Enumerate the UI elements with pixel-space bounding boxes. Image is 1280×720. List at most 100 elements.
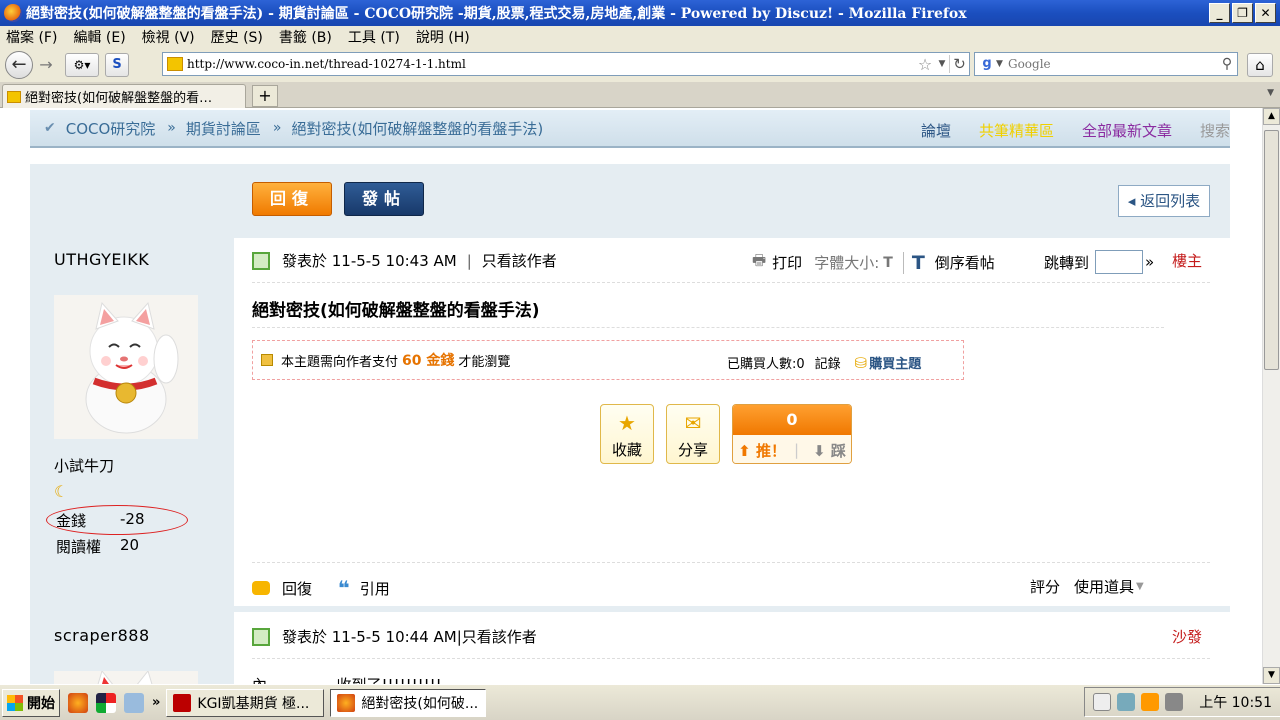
media-launch-icon[interactable] [124, 692, 144, 713]
search-bar[interactable]: g ▼ ⚲ [974, 52, 1238, 76]
menu-tools[interactable]: 工具 (T) [348, 27, 400, 47]
menu-history[interactable]: 歷史 (S) [211, 27, 263, 47]
link-search[interactable]: 搜索 [1200, 120, 1230, 141]
post2-only-author-link[interactable]: 只看該作者 [462, 626, 537, 647]
reply-button[interactable]: 回復 [252, 182, 332, 216]
task-kgi-label: KGI凱基期貨 極... [197, 695, 310, 712]
menu-view[interactable]: 檢視 (V) [142, 27, 195, 47]
jump-arrow-icon[interactable]: » [1145, 253, 1154, 271]
printer-icon[interactable]: 🖶 [752, 250, 766, 275]
vote-down-button[interactable]: ⬇ 踩 [813, 440, 846, 461]
scroll-up-icon[interactable]: ▲ [1263, 108, 1280, 125]
quote-link[interactable]: 引用 [360, 578, 390, 599]
link-wiki[interactable]: 共筆精華區 [979, 120, 1054, 141]
menu-bookmarks[interactable]: 書籤 (B) [279, 27, 332, 47]
post-title: 絕對密技(如何破解盤整盤的看盤手法) [252, 301, 540, 321]
chevron-down-icon[interactable]: ▼ [1136, 581, 1144, 592]
google-icon[interactable]: g [978, 56, 996, 72]
share-button[interactable]: ✉ 分享 [666, 404, 720, 464]
reverse-order-link[interactable]: 倒序看帖 [935, 252, 995, 273]
app-launch-icon[interactable] [96, 692, 116, 713]
post1-author[interactable]: UTHGYEIKK [54, 250, 149, 269]
home-icon[interactable]: ⌂ [1247, 53, 1273, 77]
network-icon[interactable] [1117, 693, 1136, 711]
reply-bubble-icon[interactable] [252, 581, 270, 595]
tab-bar: 絕對密技(如何破解盤整盤的看… + ▼ [0, 82, 1280, 108]
tab-list-icon[interactable]: ▼ [1267, 88, 1274, 98]
rate-link[interactable]: 評分 [1030, 576, 1060, 597]
red-annotation-circle [46, 505, 188, 535]
vertical-scrollbar[interactable]: ▲ ▼ [1262, 108, 1280, 684]
vote-widget: 0 ⬆ 推！ | ⬇ 踩 [732, 404, 852, 464]
favorite-label: 收藏 [611, 441, 642, 459]
post2-body: 內 ………… 收到了!!!!!!!!!! [252, 674, 442, 684]
avatar-2[interactable] [54, 671, 198, 684]
post-reply-link[interactable]: 回復 [282, 578, 312, 599]
buy-topic-link[interactable]: 購買主題 [869, 353, 921, 372]
forward-arrow-icon[interactable]: → [35, 54, 57, 76]
use-tools-link[interactable]: 使用道具 [1074, 576, 1134, 597]
new-post-button[interactable]: 發帖 [344, 182, 424, 216]
post2-meta: 發表於 11-5-5 10:44 AM | 只看該作者 [252, 626, 537, 647]
floor-label[interactable]: 樓主 [1172, 250, 1202, 271]
link-forum[interactable]: 論壇 [921, 120, 951, 141]
quote-icon[interactable]: ❝ [338, 576, 350, 600]
back-arrow-icon[interactable]: ← [5, 51, 33, 79]
url-text[interactable]: http://www.coco-in.net/thread-10274-1-1.… [187, 57, 915, 71]
maximize-button[interactable]: ❐ [1232, 3, 1253, 23]
address-bar[interactable]: http://www.coco-in.net/thread-10274-1-1.… [162, 52, 970, 76]
back-to-list-button[interactable]: ◂ 返回列表 [1118, 185, 1210, 217]
menu-file[interactable]: 檔案 (F) [6, 27, 57, 47]
vote-count: 0 [733, 405, 851, 435]
lock-icon [261, 354, 273, 366]
jump-to-input[interactable] [1095, 250, 1144, 274]
more-chevron-icon[interactable]: » [152, 695, 160, 710]
windows-logo-icon [7, 694, 23, 711]
print-link[interactable]: 打印 [772, 252, 802, 273]
scroll-down-icon[interactable]: ▼ [1263, 667, 1280, 684]
jump-to-floor: 跳轉到 » [1044, 250, 1154, 274]
search-input[interactable] [1008, 54, 1217, 74]
tab-active[interactable]: 絕對密技(如何破解盤整盤的看… [2, 84, 246, 108]
search-icon[interactable]: ⚲ [1217, 56, 1237, 72]
volume-icon[interactable] [1165, 693, 1184, 711]
vote-up-button[interactable]: ⬆ 推！ [738, 440, 786, 461]
ime-icon[interactable] [1093, 693, 1112, 711]
scroll-thumb[interactable] [1264, 130, 1279, 370]
url-dropdown-icon[interactable]: ▼ [935, 59, 949, 69]
task-kgi[interactable]: KGI凱基期貨 極... [166, 688, 325, 717]
avatar[interactable] [54, 295, 198, 439]
font-size-label: 字體大小: [814, 254, 880, 272]
skype-icon[interactable]: S [105, 53, 129, 77]
record-link[interactable]: 記錄 [815, 353, 841, 372]
firefox-launch-icon[interactable] [68, 692, 88, 713]
task-firefox[interactable]: 絕對密技(如何破... [330, 688, 487, 717]
crumb-home[interactable]: COCO研究院 [66, 118, 156, 139]
start-button[interactable]: 開始 [2, 688, 60, 717]
font-small-icon[interactable]: T [883, 255, 893, 271]
crumb-thread[interactable]: 絕對密技(如何破解盤整盤的看盤手法) [291, 118, 543, 139]
post-separator [30, 606, 1230, 612]
floor-label-2[interactable]: 沙發 [1172, 626, 1202, 647]
reload-icon[interactable]: ↻ [949, 55, 969, 73]
menu-edit[interactable]: 編輯 (E) [73, 27, 125, 47]
post2-author[interactable]: scraper888 [54, 626, 150, 645]
divider [252, 327, 1164, 328]
addon-icon[interactable]: ⚙▾ [65, 53, 99, 77]
tray-app-icon[interactable] [1141, 693, 1160, 711]
vote-up-label: 推！ [755, 441, 786, 460]
menu-help[interactable]: 說明 (H) [416, 27, 470, 47]
bookmark-star-icon[interactable]: ☆ [915, 55, 935, 74]
font-large-icon[interactable]: T [902, 251, 925, 274]
thread-area: 回復 發帖 ◂ 返回列表 UTHGYEIKK 小試牛刀 ☾ 金錢 -28 閱讀權… [30, 164, 1230, 684]
search-engine-dropdown-icon[interactable]: ▼ [996, 59, 1008, 69]
back-to-list-label: 返回列表 [1140, 192, 1201, 210]
post1-only-author-link[interactable]: 只看該作者 [482, 250, 557, 271]
favorite-button[interactable]: ★ 收藏 [600, 404, 654, 464]
minimize-button[interactable]: _ [1209, 3, 1230, 23]
close-button[interactable]: ✕ [1255, 3, 1276, 23]
crumb-separator-icon: » [272, 120, 282, 136]
link-latest[interactable]: 全部最新文章 [1082, 120, 1172, 141]
crumb-forum[interactable]: 期貨討論區 [186, 118, 261, 139]
new-tab-button[interactable]: + [252, 85, 278, 107]
